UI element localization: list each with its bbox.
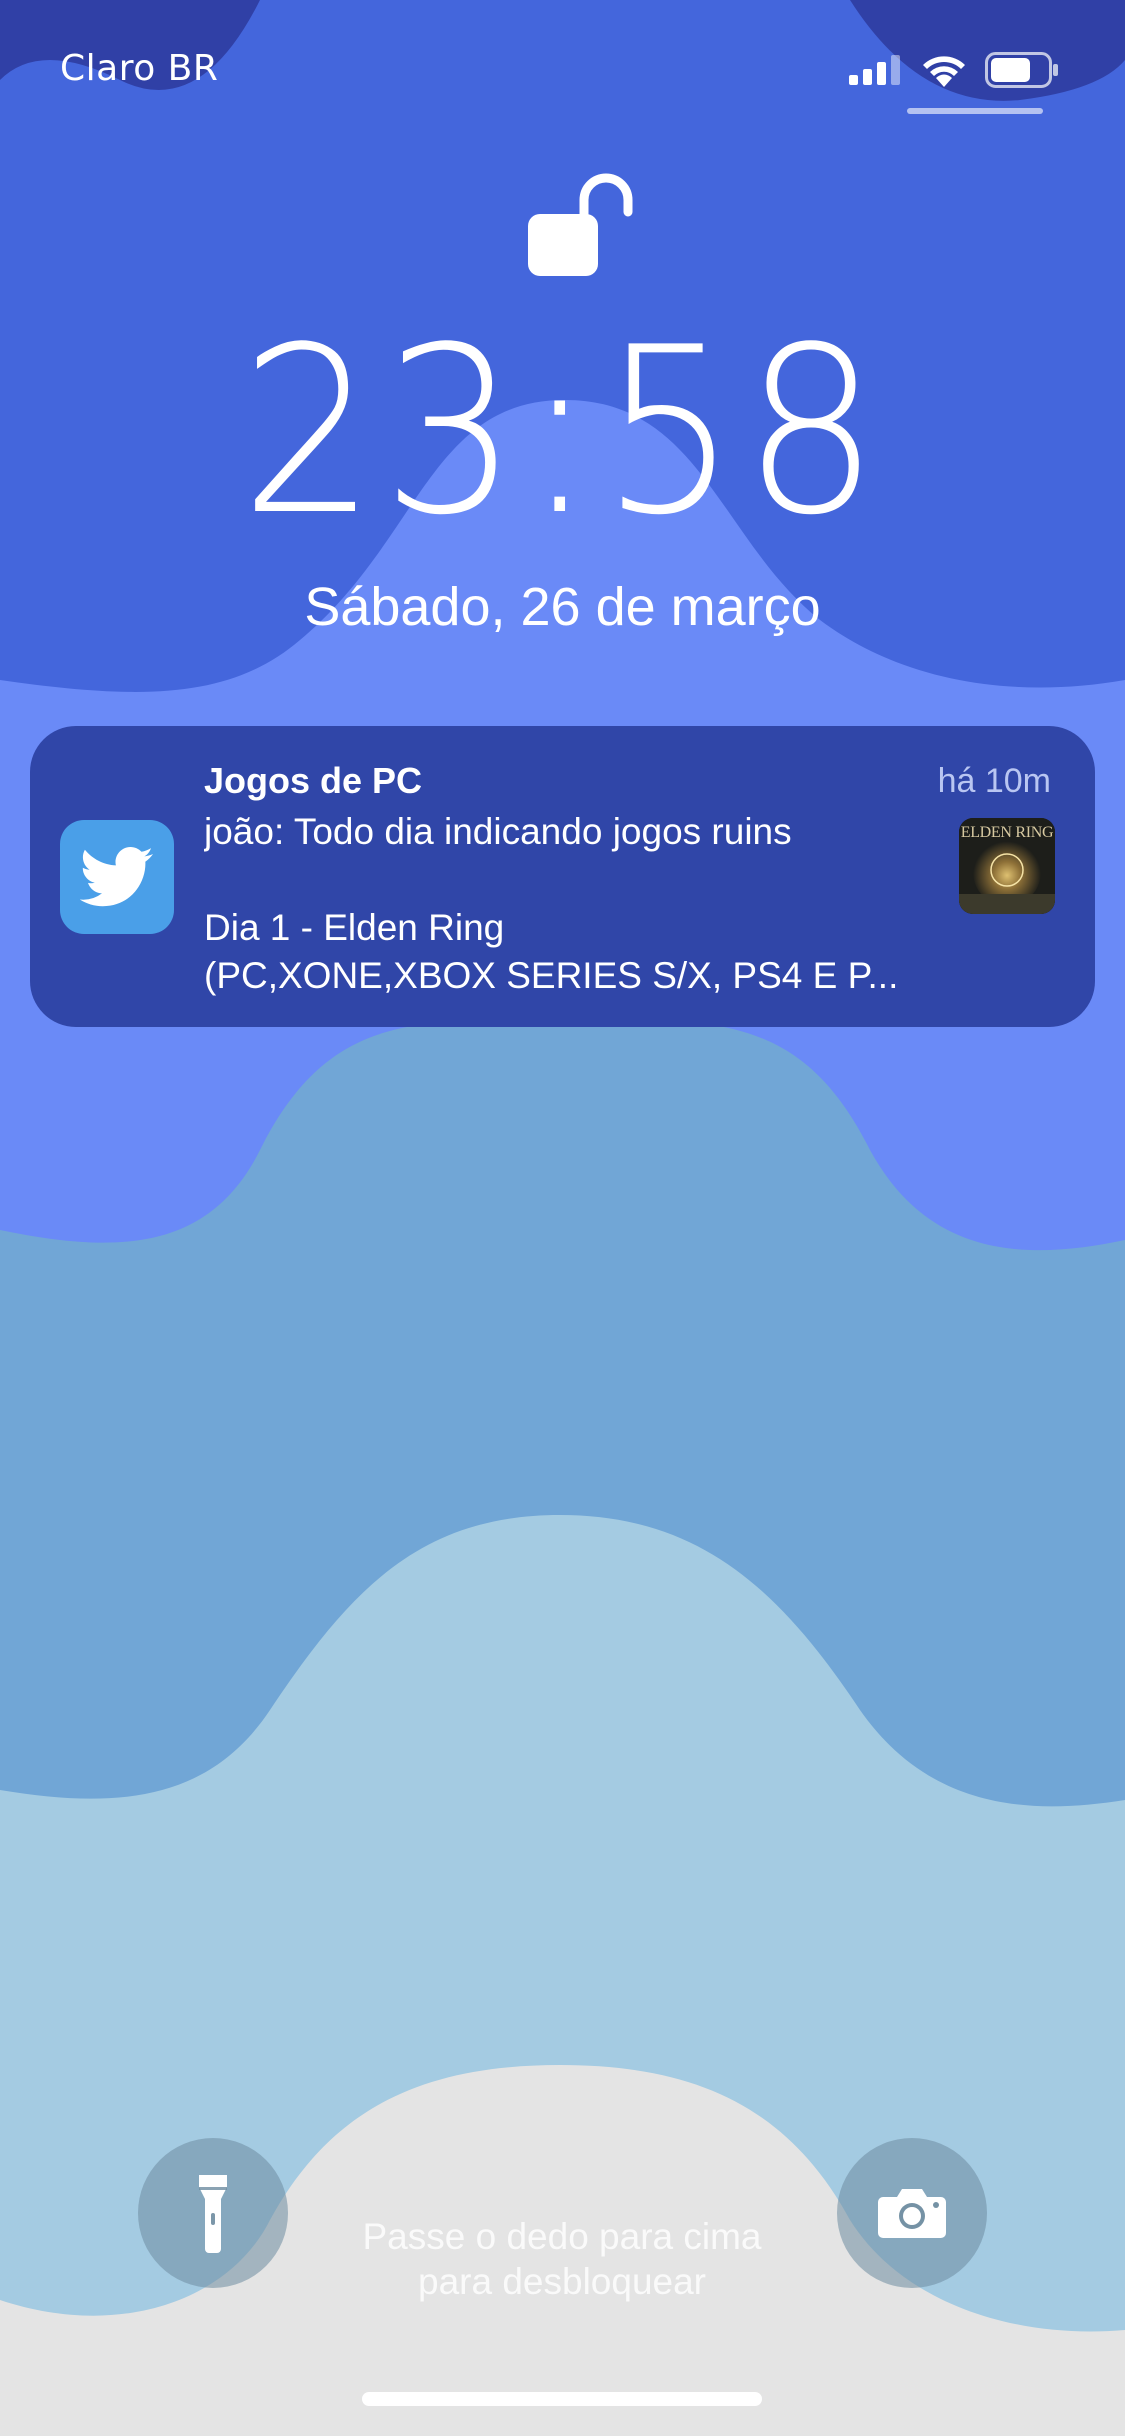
notification-line: (PC,XONE,XBOX SERIES S/X, PS4 E P...	[204, 955, 899, 996]
notification-line: Dia 1 - Elden Ring	[204, 907, 505, 948]
status-icons	[849, 50, 1059, 90]
carrier-name: Claro BR	[60, 48, 219, 89]
notification-body: joão: Todo dia indicando jogos ruins Dia…	[204, 808, 944, 1000]
notification-title: Jogos de PC	[204, 760, 423, 801]
unlock-hint-line: Passe o dedo para cima	[362, 2216, 762, 2257]
notification-thumbnail: ELDEN RING	[959, 818, 1055, 914]
lock-screen-date: Sábado, 26 de março	[304, 577, 821, 637]
camera-icon	[878, 2189, 946, 2238]
lock-screen-time: 23:58	[240, 299, 885, 566]
flashlight-icon	[199, 2175, 227, 2253]
thumbnail-label: ELDEN RING	[960, 824, 1054, 841]
twitter-bird-icon	[60, 820, 174, 934]
wifi-icon	[923, 56, 965, 87]
notification-line: joão: Todo dia indicando jogos ruins	[204, 811, 792, 852]
cellular-signal-icon	[849, 55, 900, 85]
home-indicator[interactable]	[362, 2392, 762, 2406]
status-bar[interactable]: Claro BR	[0, 0, 1125, 130]
battery-icon	[985, 52, 1058, 88]
unlocked-padlock-icon	[528, 173, 633, 276]
unlock-hint: Passe o dedo para cima para desbloquear	[262, 2214, 862, 2304]
control-center-indicator[interactable]	[907, 108, 1043, 114]
unlock-hint-line: para desbloquear	[418, 2261, 706, 2302]
notification-card[interactable]: Jogos de PC há 10m joão: Todo dia indica…	[30, 726, 1095, 1027]
notification-time: há 10m	[937, 762, 1051, 800]
